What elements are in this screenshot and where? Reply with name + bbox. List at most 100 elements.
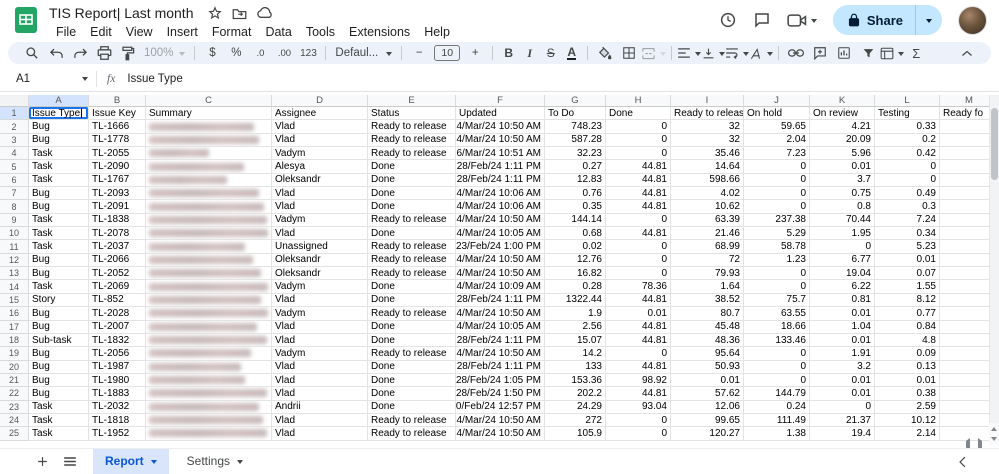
fill-color-icon[interactable] <box>593 43 617 63</box>
row-header-21[interactable]: 21 <box>0 374 29 387</box>
cell-C20[interactable] <box>146 361 272 374</box>
cell-I8[interactable]: 10.62 <box>671 200 744 213</box>
cell-J2[interactable]: 59.65 <box>744 120 810 133</box>
horizontal-align-icon[interactable] <box>677 43 701 63</box>
cell-C8[interactable] <box>146 200 272 213</box>
cell-B3[interactable]: TL-1778 <box>89 134 146 147</box>
share-button[interactable]: Share <box>833 5 942 35</box>
cell-D19[interactable]: Vadym <box>272 347 368 360</box>
cell-E10[interactable]: Done <box>368 227 456 240</box>
cell-B12[interactable]: TL-2066 <box>89 254 146 267</box>
cell-D5[interactable]: Alesya <box>272 160 368 173</box>
cell-L15[interactable]: 8.12 <box>875 294 940 307</box>
row-header-6[interactable]: 6 <box>0 174 29 187</box>
cell-D25[interactable]: Vlad <box>272 427 368 440</box>
format-currency-icon[interactable]: $ <box>200 43 224 63</box>
cell-H22[interactable]: 44.81 <box>606 387 671 400</box>
sheet-tab-settings[interactable]: Settings <box>175 449 255 474</box>
cell-I2[interactable]: 32 <box>671 120 744 133</box>
row-header-1[interactable]: 1 <box>0 107 29 120</box>
row-header-7[interactable]: 7 <box>0 187 29 200</box>
cell-D11[interactable]: Unassigned <box>272 240 368 253</box>
cell-D7[interactable]: Vlad <box>272 187 368 200</box>
cell-F1[interactable]: Updated <box>456 107 545 120</box>
menu-view[interactable]: View <box>119 24 160 40</box>
cell-I19[interactable]: 95.64 <box>671 347 744 360</box>
cell-J13[interactable]: 0 <box>744 267 810 280</box>
cell-H18[interactable]: 44.81 <box>606 334 671 347</box>
paint-format-icon[interactable] <box>116 43 140 63</box>
cell-K10[interactable]: 1.95 <box>810 227 875 240</box>
cell-I25[interactable]: 120.27 <box>671 427 744 440</box>
cell-J14[interactable]: 0 <box>744 280 810 293</box>
row-header-23[interactable]: 23 <box>0 401 29 414</box>
column-header-H[interactable]: H <box>606 95 671 107</box>
add-sheet-icon[interactable] <box>36 455 49 468</box>
cell-A17[interactable]: Bug <box>29 321 89 334</box>
cell-H7[interactable]: 44.81 <box>606 187 671 200</box>
cell-I21[interactable]: 0.01 <box>671 374 744 387</box>
cell-F7[interactable]: 4/Mar/24 10:06 AM <box>456 187 545 200</box>
cell-L10[interactable]: 0.34 <box>875 227 940 240</box>
column-header-F[interactable]: F <box>456 95 545 107</box>
cell-E5[interactable]: Done <box>368 160 456 173</box>
cell-H23[interactable]: 93.04 <box>606 401 671 414</box>
insert-link-icon[interactable] <box>784 43 808 63</box>
cell-G15[interactable]: 1322.44 <box>545 294 606 307</box>
cell-C6[interactable] <box>146 174 272 187</box>
create-filter-icon[interactable] <box>856 43 880 63</box>
comment-history-icon[interactable] <box>753 11 771 29</box>
cell-I15[interactable]: 38.52 <box>671 294 744 307</box>
cell-C19[interactable] <box>146 347 272 360</box>
cell-D10[interactable]: Vlad <box>272 227 368 240</box>
row-header-16[interactable]: 16 <box>0 307 29 320</box>
cell-J8[interactable]: 0 <box>744 200 810 213</box>
version-history-icon[interactable] <box>719 11 737 29</box>
cell-D18[interactable]: Vlad <box>272 334 368 347</box>
cell-I17[interactable]: 45.48 <box>671 321 744 334</box>
cell-D4[interactable]: Vadym <box>272 147 368 160</box>
text-color-button[interactable]: A <box>561 43 582 63</box>
column-header-I[interactable]: I <box>671 95 744 107</box>
cell-I5[interactable]: 14.64 <box>671 160 744 173</box>
cell-I9[interactable]: 63.39 <box>671 214 744 227</box>
menu-data[interactable]: Data <box>258 24 298 40</box>
cell-J3[interactable]: 2.04 <box>744 134 810 147</box>
cell-B10[interactable]: TL-2078 <box>89 227 146 240</box>
cell-L2[interactable]: 0.33 <box>875 120 940 133</box>
cell-E11[interactable]: Ready to release <box>368 240 456 253</box>
menu-edit[interactable]: Edit <box>83 24 119 40</box>
cell-I3[interactable]: 32 <box>671 134 744 147</box>
column-header-B[interactable]: B <box>89 95 146 107</box>
cell-F13[interactable]: 4/Mar/24 10:50 AM <box>456 267 545 280</box>
cell-H10[interactable]: 44.81 <box>606 227 671 240</box>
cell-H6[interactable]: 44.81 <box>606 174 671 187</box>
cell-I20[interactable]: 50.93 <box>671 361 744 374</box>
cell-L13[interactable]: 0.07 <box>875 267 940 280</box>
cell-E1[interactable]: Status <box>368 107 456 120</box>
scroll-up-button[interactable] <box>989 423 999 434</box>
borders-icon[interactable] <box>617 43 641 63</box>
cell-J4[interactable]: 7.23 <box>744 147 810 160</box>
cell-H14[interactable]: 78.36 <box>606 280 671 293</box>
cell-G23[interactable]: 24.29 <box>545 401 606 414</box>
cell-J15[interactable]: 75.7 <box>744 294 810 307</box>
menu-tools[interactable]: Tools <box>299 24 342 40</box>
cell-D1[interactable]: Assignee <box>272 107 368 120</box>
cell-C24[interactable] <box>146 414 272 427</box>
cell-H21[interactable]: 98.92 <box>606 374 671 387</box>
cell-J25[interactable]: 1.38 <box>744 427 810 440</box>
cell-G6[interactable]: 12.83 <box>545 174 606 187</box>
meet-dropdown-caret[interactable] <box>811 19 817 26</box>
cell-K12[interactable]: 6.77 <box>810 254 875 267</box>
vertical-scrollbar-thumb[interactable] <box>991 108 998 180</box>
cell-C10[interactable] <box>146 227 272 240</box>
document-title[interactable]: TIS Report| Last month <box>49 5 193 21</box>
cell-H17[interactable]: 44.81 <box>606 321 671 334</box>
cell-E13[interactable]: Ready to release <box>368 267 456 280</box>
cell-L14[interactable]: 1.55 <box>875 280 940 293</box>
cell-G18[interactable]: 15.07 <box>545 334 606 347</box>
cell-H20[interactable]: 44.81 <box>606 361 671 374</box>
row-header-3[interactable]: 3 <box>0 134 29 147</box>
cell-C23[interactable] <box>146 401 272 414</box>
